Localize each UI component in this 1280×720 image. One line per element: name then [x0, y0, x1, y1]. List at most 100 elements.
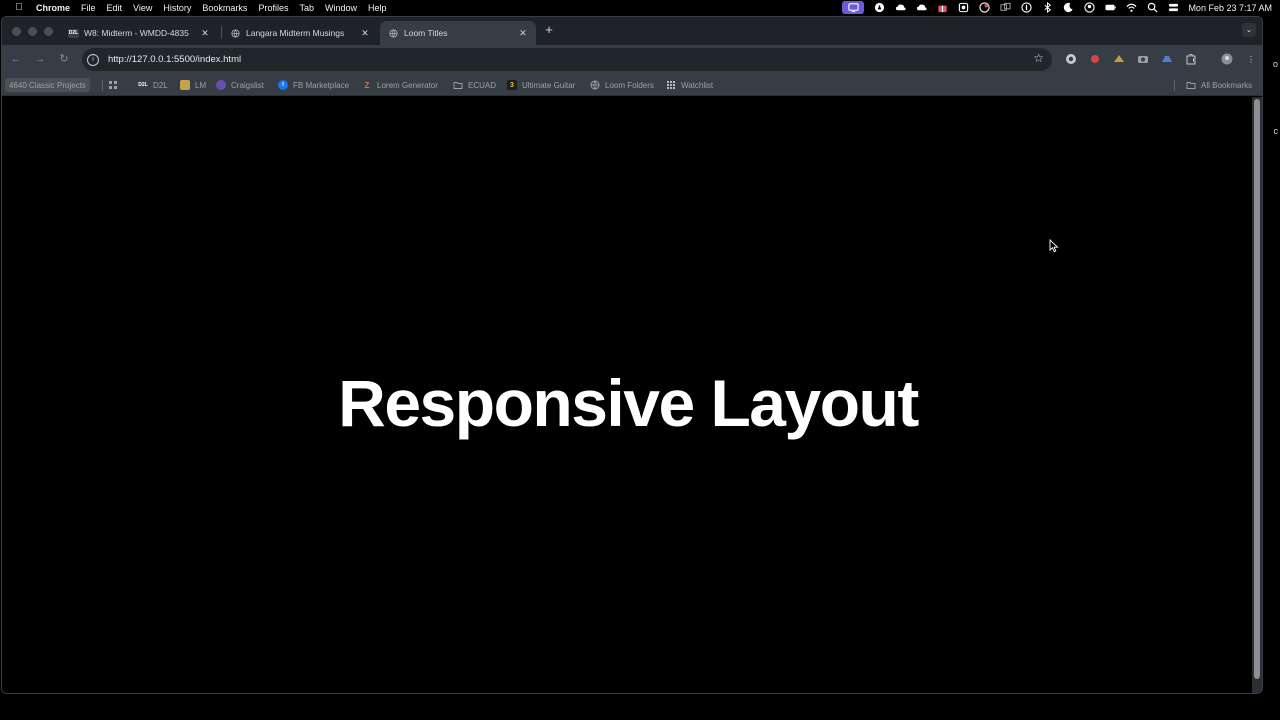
- page-heading: Responsive Layout: [338, 366, 919, 440]
- camera-app-icon[interactable]: [957, 2, 969, 13]
- tab-strip: D2L W8: Midterm - WMDD-4835 ✕ Langara Mi…: [2, 17, 1262, 45]
- gift-icon[interactable]: [936, 2, 948, 13]
- bookmark-item[interactable]: Craigslist: [216, 78, 264, 92]
- bookmark-label: LM: [195, 80, 207, 90]
- apple-menu-icon[interactable]: : [12, 2, 26, 13]
- vertical-scrollbar[interactable]: [1252, 97, 1262, 693]
- edge-text-mid: c: [1273, 126, 1279, 136]
- back-button[interactable]: ←: [9, 52, 23, 66]
- bookmark-label: D2L: [153, 80, 168, 90]
- menu-app-name[interactable]: Chrome: [36, 3, 70, 13]
- facebook-icon: f: [278, 80, 288, 90]
- bookmark-item[interactable]: 4640 Classic Projects: [5, 78, 90, 92]
- window-controls: [12, 27, 53, 36]
- focus-moon-icon[interactable]: [1062, 2, 1074, 13]
- rss-icon[interactable]: [978, 2, 990, 13]
- menu-bookmarks[interactable]: Bookmarks: [202, 3, 247, 13]
- lorem-icon: Z: [364, 80, 370, 90]
- globe-icon: [230, 28, 241, 38]
- window-manager-icon[interactable]: [999, 2, 1011, 13]
- bookmark-label: ECUAD: [468, 80, 497, 90]
- tab-title: Langara Midterm Musings: [246, 28, 345, 38]
- user-account-icon[interactable]: [1083, 2, 1095, 13]
- minimize-window-button[interactable]: [28, 27, 37, 36]
- record-extension-icon[interactable]: [1088, 52, 1102, 66]
- bookmark-item[interactable]: Loom Folders: [590, 78, 654, 92]
- page-viewport: Responsive Layout: [2, 97, 1254, 693]
- menu-tab[interactable]: Tab: [299, 3, 314, 13]
- bookmark-item[interactable]: ECUAD: [453, 78, 496, 92]
- zoom-window-button[interactable]: [44, 27, 53, 36]
- bookmark-label: Loom Folders: [605, 80, 654, 90]
- bookmark-item[interactable]: Z Lorem Generator: [362, 78, 438, 92]
- watchlist-icon: [666, 80, 676, 90]
- profile-avatar-icon[interactable]: [1220, 52, 1234, 66]
- spotlight-search-icon[interactable]: [1146, 2, 1158, 13]
- close-window-button[interactable]: [12, 27, 21, 36]
- close-tab-icon[interactable]: ✕: [518, 28, 528, 39]
- menu-bar-status-area: Mon Feb 23 7:17 AM: [842, 0, 1272, 15]
- bookmark-label: All Bookmarks: [1201, 80, 1253, 90]
- bookmark-item[interactable]: LM: [180, 78, 206, 92]
- chrome-extension-icon[interactable]: [1064, 52, 1078, 66]
- bookmark-label: 4640 Classic Projects: [9, 80, 86, 90]
- menu-file[interactable]: File: [81, 3, 96, 13]
- navigation-icon[interactable]: [873, 2, 885, 13]
- screenshot-extension-icon[interactable]: [1136, 52, 1150, 66]
- tab-midterm[interactable]: D2L W8: Midterm - WMDD-4835 ✕: [60, 21, 218, 45]
- menu-edit[interactable]: Edit: [107, 3, 123, 13]
- chrome-menu-icon[interactable]: ⋮: [1244, 52, 1258, 66]
- menu-profiles[interactable]: Profiles: [258, 3, 288, 13]
- browser-toolbar: ← → ↻ i http://127.0.0.1:5500/index.html…: [2, 45, 1262, 74]
- screen-recording-icon[interactable]: [842, 1, 865, 14]
- new-tab-button[interactable]: +: [542, 23, 556, 37]
- bookmark-item[interactable]: 3 Ultimate Guitar: [507, 78, 575, 92]
- bookmark-item[interactable]: D2L D2L: [138, 78, 168, 92]
- macos-menu-bar:  Chrome File Edit View History Bookmark…: [0, 0, 1280, 15]
- bookmark-label: FB Marketplace: [293, 80, 350, 90]
- tab-search-button[interactable]: ⌄: [1242, 23, 1256, 37]
- edge-text-top: o: [1272, 59, 1278, 69]
- bluetooth-icon[interactable]: [1041, 2, 1053, 13]
- bookmark-label: Watchlist: [681, 80, 714, 90]
- bookmark-star-icon[interactable]: ☆: [1033, 51, 1044, 65]
- cloud-sync-icon[interactable]: [915, 2, 927, 13]
- all-bookmarks-item[interactable]: All Bookmarks: [1186, 78, 1252, 92]
- ultimate-guitar-icon: 3: [507, 80, 517, 90]
- cloud-icon[interactable]: [894, 2, 906, 13]
- site-info-icon[interactable]: i: [87, 53, 99, 66]
- bookmark-item[interactable]: f FB Marketplace: [278, 78, 349, 92]
- battery-icon[interactable]: [1104, 2, 1116, 13]
- extensions-row: ⋮: [1064, 52, 1258, 66]
- apps-grid-icon[interactable]: [108, 78, 123, 92]
- palette-extension-icon[interactable]: [1112, 52, 1126, 66]
- globe-icon: [388, 28, 399, 38]
- drive-extension-icon[interactable]: [1160, 52, 1174, 66]
- tab-loom-titles[interactable]: Loom Titles ✕: [380, 21, 536, 45]
- bookmark-separator: [1174, 80, 1175, 91]
- wifi-icon[interactable]: [1125, 2, 1137, 13]
- control-center-icon[interactable]: [1167, 2, 1179, 13]
- tab-title: Loom Titles: [404, 28, 448, 38]
- tab-langara-musings[interactable]: Langara Midterm Musings ✕: [222, 21, 378, 45]
- scrollbar-thumb[interactable]: [1254, 99, 1260, 679]
- close-tab-icon[interactable]: ✕: [360, 28, 370, 39]
- craigslist-icon: [216, 80, 226, 90]
- menu-bar-clock[interactable]: Mon Feb 23 7:17 AM: [1188, 3, 1272, 13]
- address-bar-url[interactable]: http://127.0.0.1:5500/index.html: [108, 54, 241, 65]
- menu-history[interactable]: History: [163, 3, 191, 13]
- forward-button[interactable]: →: [33, 52, 47, 66]
- bookmark-item[interactable]: Watchlist: [666, 78, 713, 92]
- close-tab-icon[interactable]: ✕: [200, 28, 210, 39]
- extensions-puzzle-icon[interactable]: [1184, 52, 1198, 66]
- lm-icon: [180, 80, 190, 90]
- bookmarks-bar: 4640 Classic Projects D2L D2L LM Craigsl…: [2, 74, 1262, 96]
- address-bar[interactable]: i http://127.0.0.1:5500/index.html ☆: [82, 48, 1052, 71]
- menu-window[interactable]: Window: [325, 3, 357, 13]
- password-manager-icon[interactable]: [1020, 2, 1032, 13]
- reload-button[interactable]: ↻: [57, 52, 71, 66]
- tab-title: W8: Midterm - WMDD-4835: [84, 28, 189, 38]
- menu-help[interactable]: Help: [368, 3, 387, 13]
- menu-view[interactable]: View: [133, 3, 152, 13]
- d2l-icon: D2L: [138, 80, 148, 90]
